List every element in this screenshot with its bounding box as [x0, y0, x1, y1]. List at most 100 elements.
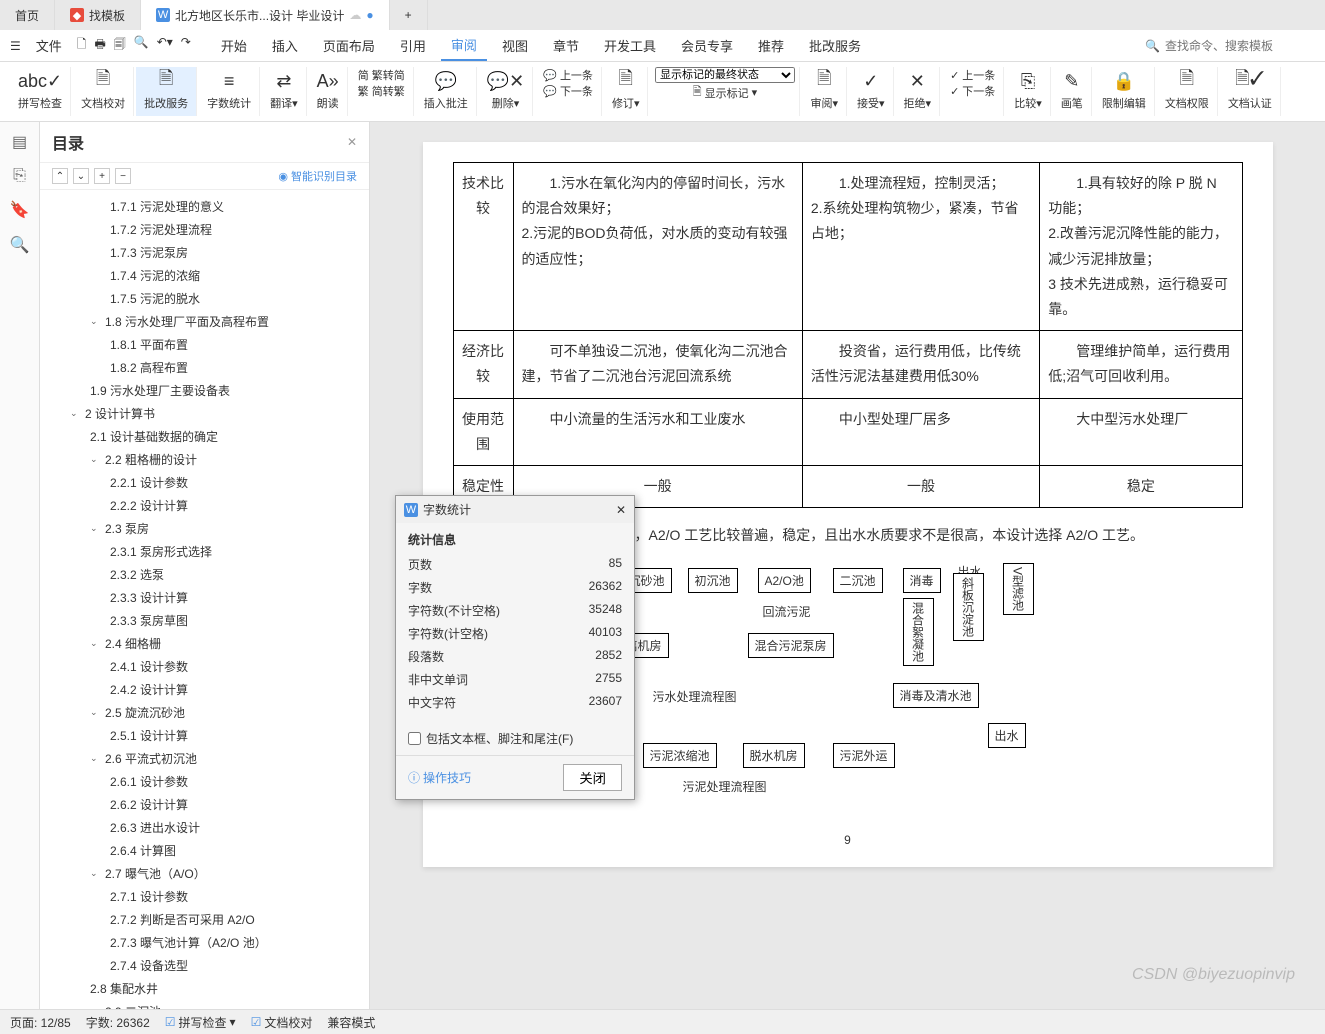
search-left-icon[interactable]: 🔍: [10, 235, 30, 255]
menu-chapter[interactable]: 章节: [543, 31, 589, 60]
ribbon-delete[interactable]: 💬✕删除▾: [479, 67, 534, 116]
chevron-down-icon[interactable]: ⌄: [90, 638, 100, 649]
ribbon-wordcount[interactable]: ≡字数统计: [199, 67, 260, 116]
ribbon-prevnext[interactable]: 💬 上一条 💬 下一条: [535, 67, 602, 116]
ribbon-spell[interactable]: abc✓拼写检查: [10, 67, 71, 116]
toc-item[interactable]: 2.3.3 设计计算: [40, 586, 369, 609]
toc-item[interactable]: ⌄2.7 曝气池（A/O）: [40, 862, 369, 885]
ribbon-review-service[interactable]: 🗎批改服务: [136, 67, 197, 116]
menu-recommend[interactable]: 推荐: [748, 31, 794, 60]
include-textbox-checkbox[interactable]: [408, 732, 421, 745]
menu-insert[interactable]: 插入: [262, 31, 308, 60]
menu-view[interactable]: 视图: [492, 31, 538, 60]
toc-item[interactable]: 2.6.3 进出水设计: [40, 816, 369, 839]
dialog-close-icon[interactable]: ✕: [616, 503, 626, 517]
tab-template[interactable]: ◆找模板: [55, 0, 141, 30]
ribbon-translate[interactable]: ⇄翻译▾: [262, 67, 307, 116]
toc-item[interactable]: ⌄2.9 二沉池: [40, 1000, 369, 1009]
toc-item[interactable]: 2.3.3 泵房草图: [40, 609, 369, 632]
tab-document[interactable]: W北方地区长乐市...设计 毕业设计 ☁ ●: [141, 0, 390, 30]
toc-item[interactable]: ⌄2.2 粗格栅的设计: [40, 448, 369, 471]
ribbon-track[interactable]: 🗎修订▾: [604, 67, 649, 116]
chevron-down-icon[interactable]: ⌄: [90, 454, 100, 465]
markup-select[interactable]: 显示标记的最终状态: [655, 67, 795, 83]
toc-item[interactable]: 2.5.1 设计计算: [40, 724, 369, 747]
toc-item[interactable]: ⌄1.8 污水处理厂平面及高程布置: [40, 310, 369, 333]
status-spell[interactable]: ☑拼写检查 ▾: [165, 1014, 236, 1031]
toc-item[interactable]: 2.7.3 曝气池计算（A2/O 池）: [40, 931, 369, 954]
tips-link[interactable]: ⓘ 操作技巧: [408, 769, 471, 786]
ribbon-cert[interactable]: 🗎✓文档认证: [1220, 67, 1281, 116]
toc-collapse-icon[interactable]: ⌃: [52, 168, 68, 184]
toc-item[interactable]: ⌄2.4 细格栅: [40, 632, 369, 655]
status-proof[interactable]: ☑文档校对: [251, 1014, 313, 1031]
toc-item[interactable]: 1.8.2 高程布置: [40, 356, 369, 379]
toc-minus-icon[interactable]: −: [115, 168, 131, 184]
toc-item[interactable]: 2.6.2 设计计算: [40, 793, 369, 816]
toc-item[interactable]: 2.4.2 设计计算: [40, 678, 369, 701]
toc-item[interactable]: 2.2.2 设计计算: [40, 494, 369, 517]
menu-file[interactable]: 文件: [26, 31, 72, 60]
ribbon-reject[interactable]: ✕拒绝▾: [896, 67, 941, 116]
ribbon-comment[interactable]: 💬插入批注: [416, 67, 477, 116]
ribbon-simptrad[interactable]: 简 繁转简 繁 简转繁: [350, 67, 414, 116]
chevron-down-icon[interactable]: ⌄: [90, 707, 100, 718]
ribbon-restrict[interactable]: 🔒限制编辑: [1094, 67, 1155, 116]
ribbon-prevnext2[interactable]: ✓ 上一条 ✓ 下一条: [942, 67, 1004, 116]
chevron-down-icon[interactable]: ⌄: [70, 408, 80, 419]
chevron-down-icon[interactable]: ⌄: [90, 753, 100, 764]
toc-item[interactable]: 2.3.1 泵房形式选择: [40, 540, 369, 563]
chevron-down-icon[interactable]: ⌄: [90, 868, 100, 879]
ribbon-perm[interactable]: 🗎文档权限: [1157, 67, 1218, 116]
menu-start[interactable]: 开始: [211, 31, 257, 60]
toc-item[interactable]: 1.7.4 污泥的浓缩: [40, 264, 369, 287]
ribbon-review2[interactable]: 🗎审阅▾: [802, 67, 847, 116]
ribbon-read[interactable]: A»朗读: [309, 67, 348, 116]
preview-icon[interactable]: 🗐: [114, 35, 126, 56]
toc-item[interactable]: 2.4.1 设计参数: [40, 655, 369, 678]
ribbon-accept[interactable]: ✓接受▾: [849, 67, 894, 116]
chevron-down-icon[interactable]: ⌄: [90, 316, 100, 327]
ribbon-proof[interactable]: 🗎文档校对: [73, 67, 134, 116]
toc-smart-link[interactable]: ◉ 智能识别目录: [278, 168, 357, 184]
toc-item[interactable]: 2.3.2 选泵: [40, 563, 369, 586]
find-icon[interactable]: 🔍: [134, 35, 149, 56]
ribbon-pen[interactable]: ✎画笔: [1053, 67, 1092, 116]
print-icon[interactable]: 🖶: [94, 35, 105, 56]
toc-item[interactable]: 1.7.5 污泥的脱水: [40, 287, 369, 310]
menu-icon[interactable]: ☰: [10, 39, 21, 53]
close-button[interactable]: 关闭: [563, 764, 622, 791]
toc-item[interactable]: 1.8.1 平面布置: [40, 333, 369, 356]
menu-ref[interactable]: 引用: [390, 31, 436, 60]
undo-icon[interactable]: ↶▾: [157, 35, 173, 56]
tab-home[interactable]: 首页: [0, 0, 55, 30]
toc-expand-icon[interactable]: ⌄: [73, 168, 89, 184]
tab-add[interactable]: +: [390, 0, 428, 30]
toc-item[interactable]: 2.8 集配水井: [40, 977, 369, 1000]
search-input[interactable]: [1165, 39, 1315, 53]
toc-item[interactable]: 1.9 污水处理厂主要设备表: [40, 379, 369, 402]
toc-item[interactable]: 2.7.4 设备选型: [40, 954, 369, 977]
toc-item[interactable]: ⌄2.6 平流式初沉池: [40, 747, 369, 770]
save-icon[interactable]: 🗋: [77, 35, 87, 56]
menu-member[interactable]: 会员专享: [671, 31, 743, 60]
toc-close-icon[interactable]: ✕: [347, 135, 357, 149]
toc-item[interactable]: ⌄2 设计计算书: [40, 402, 369, 425]
toc-item[interactable]: 2.7.2 判断是否可采用 A2/O: [40, 908, 369, 931]
status-page[interactable]: 页面: 12/85: [10, 1014, 71, 1031]
redo-icon[interactable]: ↷: [181, 35, 191, 56]
toc-item[interactable]: 1.7.1 污泥处理的意义: [40, 195, 369, 218]
menu-correction[interactable]: 批改服务: [799, 31, 871, 60]
toc-item[interactable]: ⌄2.5 旋流沉砂池: [40, 701, 369, 724]
toc-item[interactable]: 1.7.2 污泥处理流程: [40, 218, 369, 241]
toc-item[interactable]: ⌄2.3 泵房: [40, 517, 369, 540]
toc-item[interactable]: 2.2.1 设计参数: [40, 471, 369, 494]
bookmark-icon[interactable]: 🔖: [10, 200, 30, 220]
status-words[interactable]: 字数: 26362: [86, 1014, 150, 1031]
toc-item[interactable]: 1.7.3 污泥泵房: [40, 241, 369, 264]
menu-review[interactable]: 审阅: [441, 30, 487, 61]
ribbon-compare[interactable]: ⎘比较▾: [1006, 67, 1051, 116]
menu-layout[interactable]: 页面布局: [313, 31, 385, 60]
menu-dev[interactable]: 开发工具: [594, 31, 666, 60]
toc-item[interactable]: 2.6.4 计算图: [40, 839, 369, 862]
